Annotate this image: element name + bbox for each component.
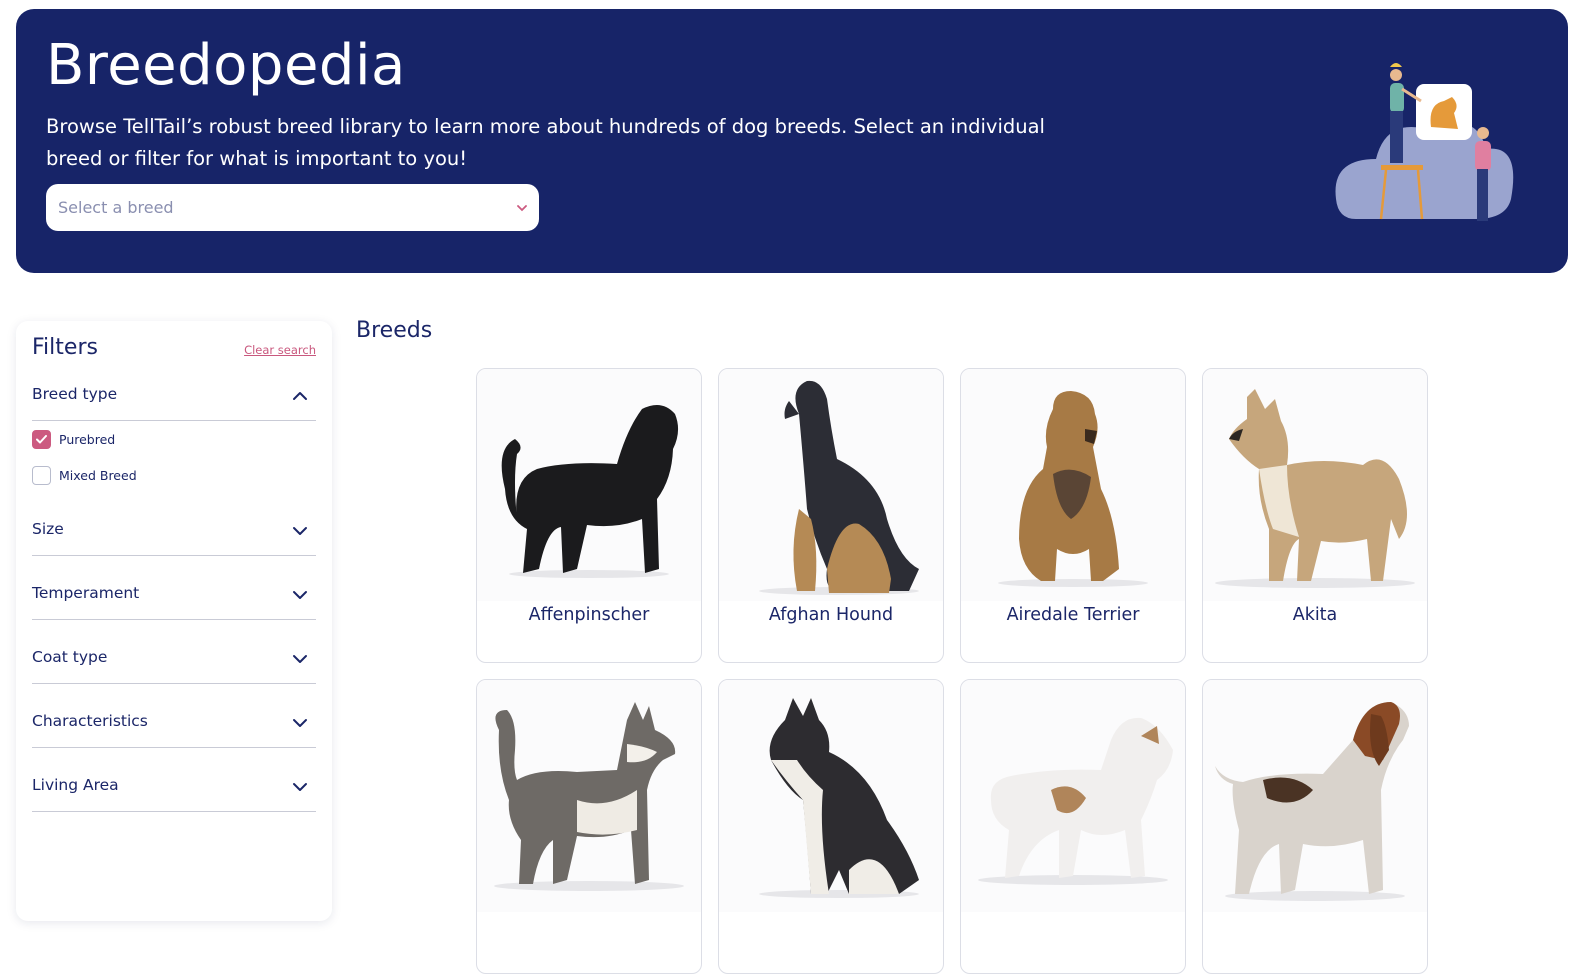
hero-description: Browse TellTail’s robust breed library t… [46,115,1045,170]
checkbox-label: Purebred [59,432,116,447]
chevron-down-icon[interactable] [292,718,308,728]
chevron-down-icon[interactable] [292,654,308,664]
hound-photo-icon [1203,680,1427,912]
chevron-down-icon[interactable] [292,590,308,600]
checkbox-label: Mixed Breed [59,468,137,483]
airedale-terrier-photo-icon [961,369,1185,601]
filter-section-label: Size [32,520,64,538]
filter-section-size[interactable]: Size [32,520,316,556]
filter-section-living-area[interactable]: Living Area [32,776,316,812]
husky-photo-icon [477,680,701,912]
check-icon [36,435,47,444]
filter-section-coat-type[interactable]: Coat type [32,648,316,684]
bulldog-photo-icon [961,680,1185,912]
filter-section-label: Living Area [32,776,119,794]
breed-card-bulldog[interactable] [960,679,1186,974]
checkbox-unchecked[interactable] [32,466,51,485]
breed-card-name: Affenpinscher [528,605,650,625]
breed-card-hound[interactable] [1202,679,1428,974]
breed-select-placeholder: Select a breed [58,198,174,217]
breed-card-afghan-hound[interactable]: Afghan Hound [718,368,944,663]
filter-section-temperament[interactable]: Temperament [32,584,316,620]
filters-title: Filters [32,335,98,360]
breed-card-affenpinscher[interactable]: Affenpinscher [476,368,702,663]
breeds-title: Breeds [356,318,433,343]
breed-card-airedale-terrier[interactable]: Airedale Terrier [960,368,1186,663]
chevron-down-icon[interactable] [292,526,308,536]
breed-card-name: Afghan Hound [768,605,894,625]
afghan-hound-photo-icon [719,369,943,601]
page-title: Breedopedia [46,33,406,98]
filter-section-label: Characteristics [32,712,148,730]
filters-panel: Filters Clear search Breed type Purebred… [16,321,332,921]
checkbox-option-purebred[interactable]: Purebred [32,430,115,449]
checkbox-option-mixed-breed[interactable]: Mixed Breed [32,466,137,485]
breed-select-dropdown[interactable]: Select a breed [46,184,539,231]
filter-section-label: Temperament [32,584,140,602]
akita-photo-icon [1203,369,1427,601]
filter-section-breed-type[interactable]: Breed type [32,385,316,421]
breed-card-husky[interactable] [476,679,702,974]
hero-banner: Breedopedia Browse TellTail’s robust bre… [16,9,1568,273]
chevron-down-icon[interactable] [292,782,308,792]
checkbox-checked[interactable] [32,430,51,449]
clear-search-link[interactable]: Clear search [244,343,316,357]
breed-card-name: Airedale Terrier [1006,605,1140,625]
breed-card-malamute[interactable] [718,679,944,974]
chevron-down-icon [517,204,527,211]
breed-card-akita[interactable]: Akita [1202,368,1428,663]
filter-section-label: Breed type [32,385,118,403]
hero-illustration-icon [1335,63,1514,221]
chevron-up-icon[interactable] [292,391,308,401]
filter-section-label: Coat type [32,648,108,666]
breed-card-name: Akita [1292,605,1338,625]
black-dog-photo-icon [477,369,701,601]
filter-section-characteristics[interactable]: Characteristics [32,712,316,748]
malamute-photo-icon [719,680,943,912]
